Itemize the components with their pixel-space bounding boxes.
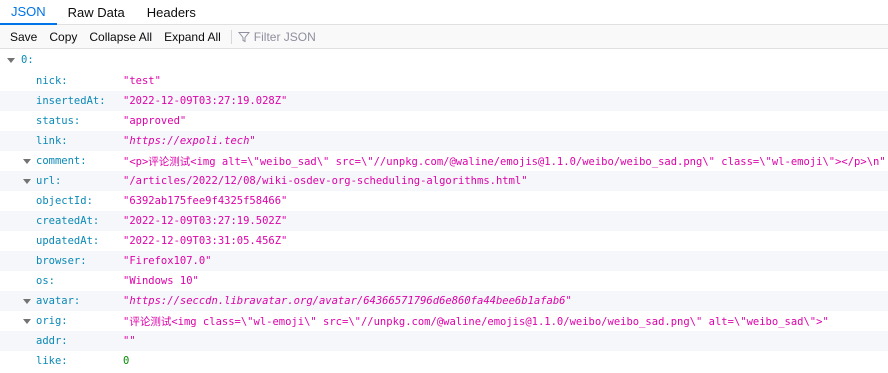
- tree-value-link[interactable]: "https://seccdn.libravatar.org/avatar/64…: [123, 295, 572, 307]
- expand-toggle-icon[interactable]: [23, 159, 31, 164]
- tree-value-link[interactable]: "https://expoli.tech": [123, 135, 256, 147]
- tree-row[interactable]: addr: "": [0, 331, 888, 351]
- filter-box[interactable]: [237, 29, 374, 44]
- tree-key: 0:: [21, 54, 34, 66]
- tree-key: createdAt:: [36, 215, 100, 227]
- tree-key: url:: [36, 175, 62, 187]
- tree-value: "test": [123, 75, 161, 87]
- tree-key: insertedAt:: [36, 95, 106, 107]
- filter-json-input[interactable]: [253, 29, 374, 44]
- expand-toggle-icon[interactable]: [7, 58, 15, 63]
- tree-row[interactable]: nick: "test": [0, 71, 888, 91]
- tree-value: "Windows 10": [123, 275, 199, 287]
- tree-row[interactable]: comment: "<p>评论测试<img alt=\"weibo_sad\" …: [0, 151, 888, 171]
- tree-row[interactable]: createdAt: "2022-12-09T03:27:19.502Z": [0, 211, 888, 231]
- tree-key: like:: [36, 355, 68, 367]
- expand-toggle-icon[interactable]: [23, 319, 31, 324]
- tree-key: link:: [36, 135, 68, 147]
- tree-row[interactable]: updatedAt: "2022-12-09T03:31:05.456Z": [0, 231, 888, 251]
- tree-value: "approved": [123, 115, 187, 127]
- tree-key: avatar:: [36, 295, 81, 307]
- expand-all-button[interactable]: Expand All: [158, 25, 227, 48]
- tree-row-root[interactable]: 0:: [0, 49, 888, 71]
- save-button[interactable]: Save: [4, 25, 43, 48]
- tab-raw-data[interactable]: Raw Data: [57, 0, 136, 24]
- tree-key: status:: [36, 115, 81, 127]
- tree-row[interactable]: browser: "Firefox107.0": [0, 251, 888, 271]
- tree-key: comment:: [36, 155, 87, 167]
- tree-key: objectId:: [36, 195, 93, 207]
- expand-toggle-icon[interactable]: [23, 299, 31, 304]
- tree-row[interactable]: objectId: "6392ab175fee9f4325f58466": [0, 191, 888, 211]
- toolbar-divider: [230, 29, 232, 44]
- tree-key: nick:: [36, 75, 68, 87]
- tree-value: "Firefox107.0": [123, 255, 212, 267]
- tree-value: "": [123, 335, 136, 347]
- tab-json[interactable]: JSON: [0, 0, 57, 25]
- filter-icon: [237, 31, 250, 42]
- tree-value: "评论测试<img class=\"wl-emoji\" src=\"//unp…: [123, 315, 829, 328]
- tree-key: addr:: [36, 335, 68, 347]
- tab-bar: JSON Raw Data Headers: [0, 0, 888, 25]
- tree-row[interactable]: url: "/articles/2022/12/08/wiki-osdev-or…: [0, 171, 888, 191]
- tab-headers[interactable]: Headers: [136, 0, 207, 24]
- tree-value: "6392ab175fee9f4325f58466": [123, 195, 288, 207]
- tree-row[interactable]: avatar: "https://seccdn.libravatar.org/a…: [0, 291, 888, 311]
- collapse-all-button[interactable]: Collapse All: [83, 25, 158, 48]
- tree-key: os:: [36, 275, 55, 287]
- tree-value: "2022-12-09T03:31:05.456Z": [123, 235, 288, 247]
- copy-button[interactable]: Copy: [43, 25, 83, 48]
- tree-value: "<p>评论测试<img alt=\"weibo_sad\" src=\"//u…: [123, 155, 886, 168]
- tree-value: "2022-12-09T03:27:19.028Z": [123, 95, 288, 107]
- tree-row[interactable]: status: "approved": [0, 111, 888, 131]
- tree-row[interactable]: orig: "评论测试<img class=\"wl-emoji\" src=\…: [0, 311, 888, 331]
- json-tree: 0: nick: "test" insertedAt: "2022-12-09T…: [0, 49, 888, 371]
- tree-key: browser:: [36, 255, 87, 267]
- tree-row[interactable]: insertedAt: "2022-12-09T03:27:19.028Z": [0, 91, 888, 111]
- tree-value: 0: [123, 355, 130, 367]
- expand-toggle-icon[interactable]: [23, 179, 31, 184]
- tree-row[interactable]: like: 0: [0, 351, 888, 371]
- tree-key: updatedAt:: [36, 235, 100, 247]
- tree-value: "/articles/2022/12/08/wiki-osdev-org-sch…: [123, 175, 528, 187]
- tree-row[interactable]: os: "Windows 10": [0, 271, 888, 291]
- tree-value: "2022-12-09T03:27:19.502Z": [123, 215, 288, 227]
- tree-key: orig:: [36, 315, 68, 327]
- tree-row[interactable]: link: "https://expoli.tech": [0, 131, 888, 151]
- json-toolbar: Save Copy Collapse All Expand All: [0, 25, 888, 49]
